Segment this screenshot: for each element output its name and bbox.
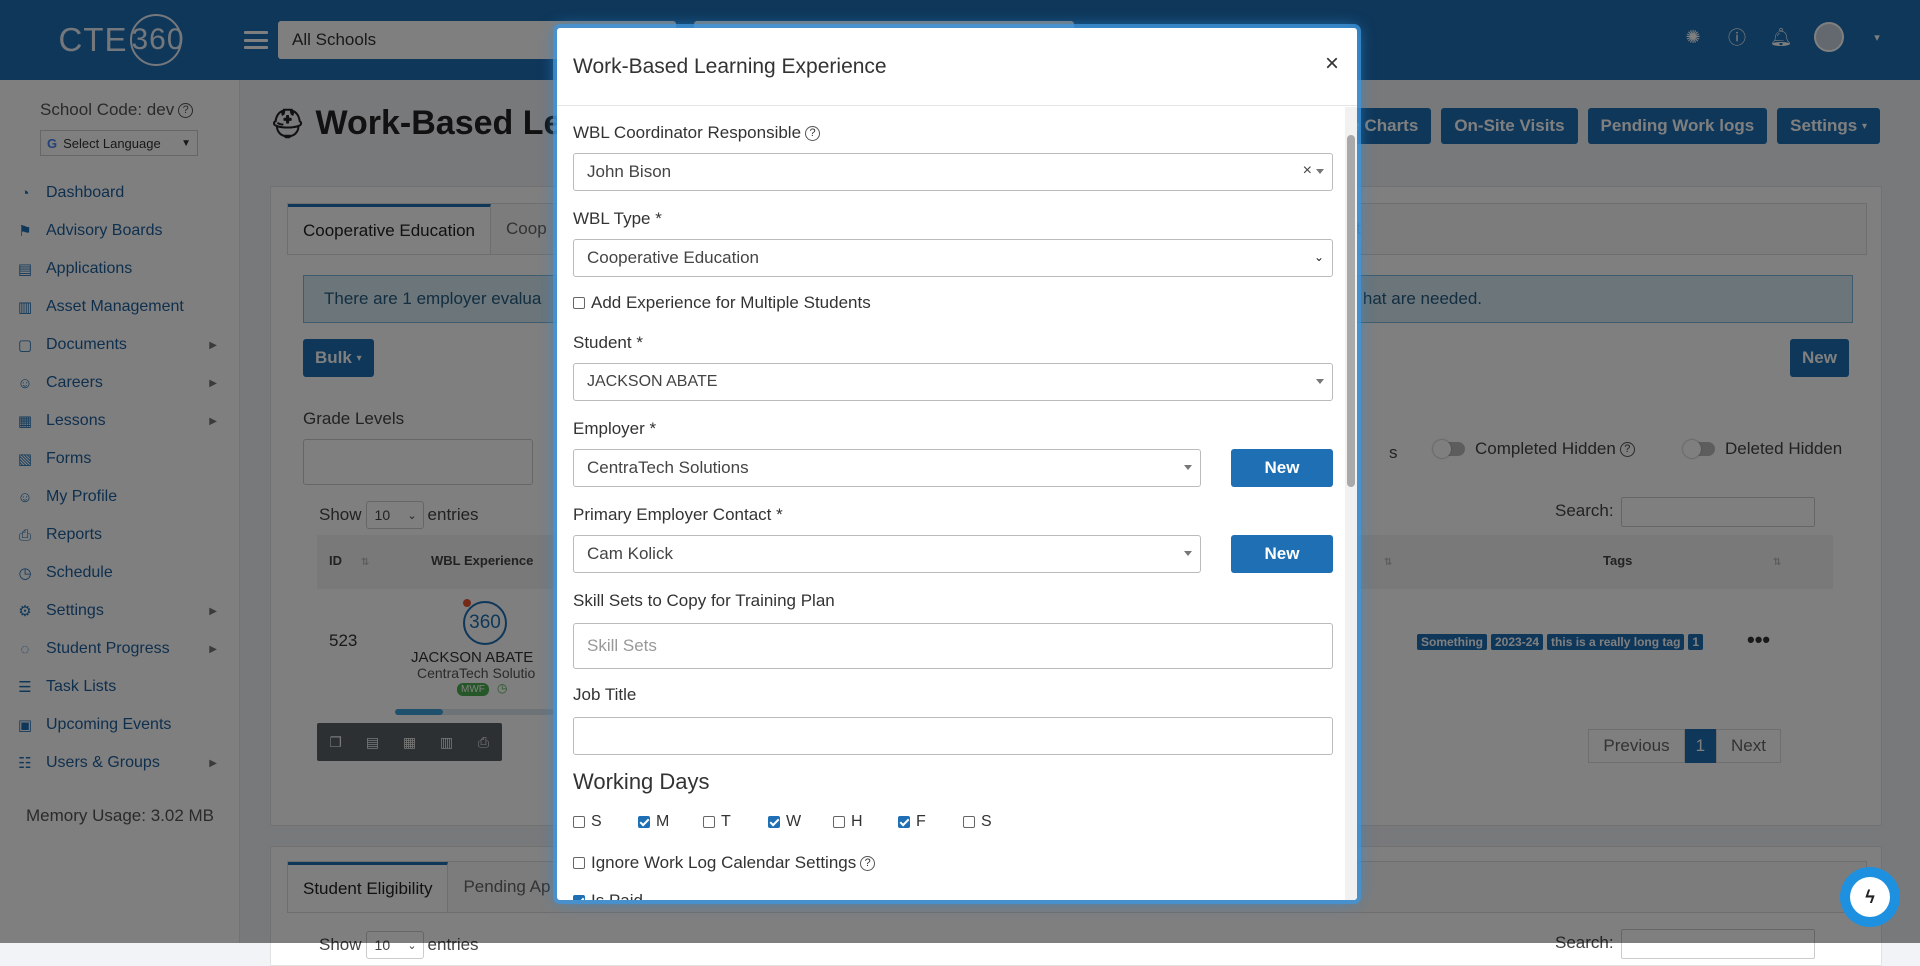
scrollbar-thumb[interactable] — [1347, 135, 1355, 487]
close-icon[interactable]: × — [1325, 50, 1339, 78]
day-label: S — [591, 813, 602, 830]
wbl-type-select[interactable]: Cooperative Education ⌄ — [573, 239, 1333, 277]
day-label: H — [851, 813, 863, 830]
chevron-down-icon: ⌄ — [1313, 250, 1324, 264]
modal-scrollbar[interactable] — [1345, 107, 1357, 900]
skill-sets-input[interactable]: Skill Sets — [573, 623, 1333, 669]
caret-down-icon — [1316, 379, 1324, 384]
contact-select[interactable]: Cam Kolick — [573, 535, 1201, 573]
working-days-heading: Working Days — [573, 769, 710, 794]
working-days: SMTWHFS — [573, 813, 1028, 831]
help-icon[interactable]: ? — [860, 855, 876, 871]
checkbox[interactable] — [573, 895, 585, 900]
checkbox[interactable] — [833, 816, 845, 828]
caret-down-icon — [1184, 551, 1192, 556]
modal-title: Work-Based Learning Experience — [573, 54, 887, 78]
checkbox[interactable] — [898, 816, 910, 828]
student-label: Student * — [573, 333, 643, 352]
coordinator-label: WBL Coordinator Responsible? — [573, 123, 821, 143]
day-label: T — [721, 813, 731, 830]
is-paid-checkbox[interactable]: Is Paid — [573, 891, 643, 900]
multiple-students-checkbox[interactable]: Add Experience for Multiple Students — [573, 293, 871, 313]
new-contact-button[interactable]: New — [1231, 535, 1333, 573]
employer-select[interactable]: CentraTech Solutions — [573, 449, 1201, 487]
checkbox[interactable] — [703, 816, 715, 828]
day-checkbox-0[interactable]: S — [573, 813, 638, 831]
contact-label: Primary Employer Contact * — [573, 505, 783, 524]
chat-button[interactable]: ϟ — [1840, 867, 1900, 927]
day-checkbox-3[interactable]: W — [768, 813, 833, 831]
job-title-label: Job Title — [573, 685, 637, 704]
day-label: S — [981, 813, 992, 830]
wbl-type-label: WBL Type * — [573, 209, 662, 228]
employer-label: Employer * — [573, 419, 657, 438]
checkbox[interactable] — [573, 297, 585, 309]
checkbox[interactable] — [768, 816, 780, 828]
coordinator-select[interactable]: John Bison × — [573, 153, 1333, 191]
clear-icon[interactable]: × — [1303, 162, 1312, 180]
checkbox[interactable] — [963, 816, 975, 828]
day-label: M — [656, 813, 670, 830]
wbl-experience-modal: Work-Based Learning Experience × WBL Coo… — [557, 28, 1357, 900]
day-label: W — [786, 813, 802, 830]
modal-header: Work-Based Learning Experience × — [557, 28, 1357, 106]
chat-icon: ϟ — [1850, 877, 1890, 917]
help-icon[interactable]: ? — [805, 126, 821, 142]
day-checkbox-6[interactable]: S — [963, 813, 1028, 831]
modal-body: WBL Coordinator Responsible? John Bison … — [557, 107, 1357, 900]
caret-down-icon — [1316, 169, 1324, 174]
day-checkbox-5[interactable]: F — [898, 813, 963, 831]
job-title-input[interactable] — [573, 717, 1333, 755]
day-checkbox-1[interactable]: M — [638, 813, 703, 831]
checkbox[interactable] — [638, 816, 650, 828]
day-checkbox-2[interactable]: T — [703, 813, 768, 831]
student-select[interactable]: JACKSON ABATE — [573, 363, 1333, 401]
checkbox[interactable] — [573, 816, 585, 828]
checkbox[interactable] — [573, 857, 585, 869]
day-label: F — [916, 813, 926, 830]
caret-down-icon — [1184, 465, 1192, 470]
new-employer-button[interactable]: New — [1231, 449, 1333, 487]
day-checkbox-4[interactable]: H — [833, 813, 898, 831]
ignore-calendar-checkbox[interactable]: Ignore Work Log Calendar Settings? — [573, 853, 876, 873]
skill-sets-label: Skill Sets to Copy for Training Plan — [573, 591, 835, 610]
